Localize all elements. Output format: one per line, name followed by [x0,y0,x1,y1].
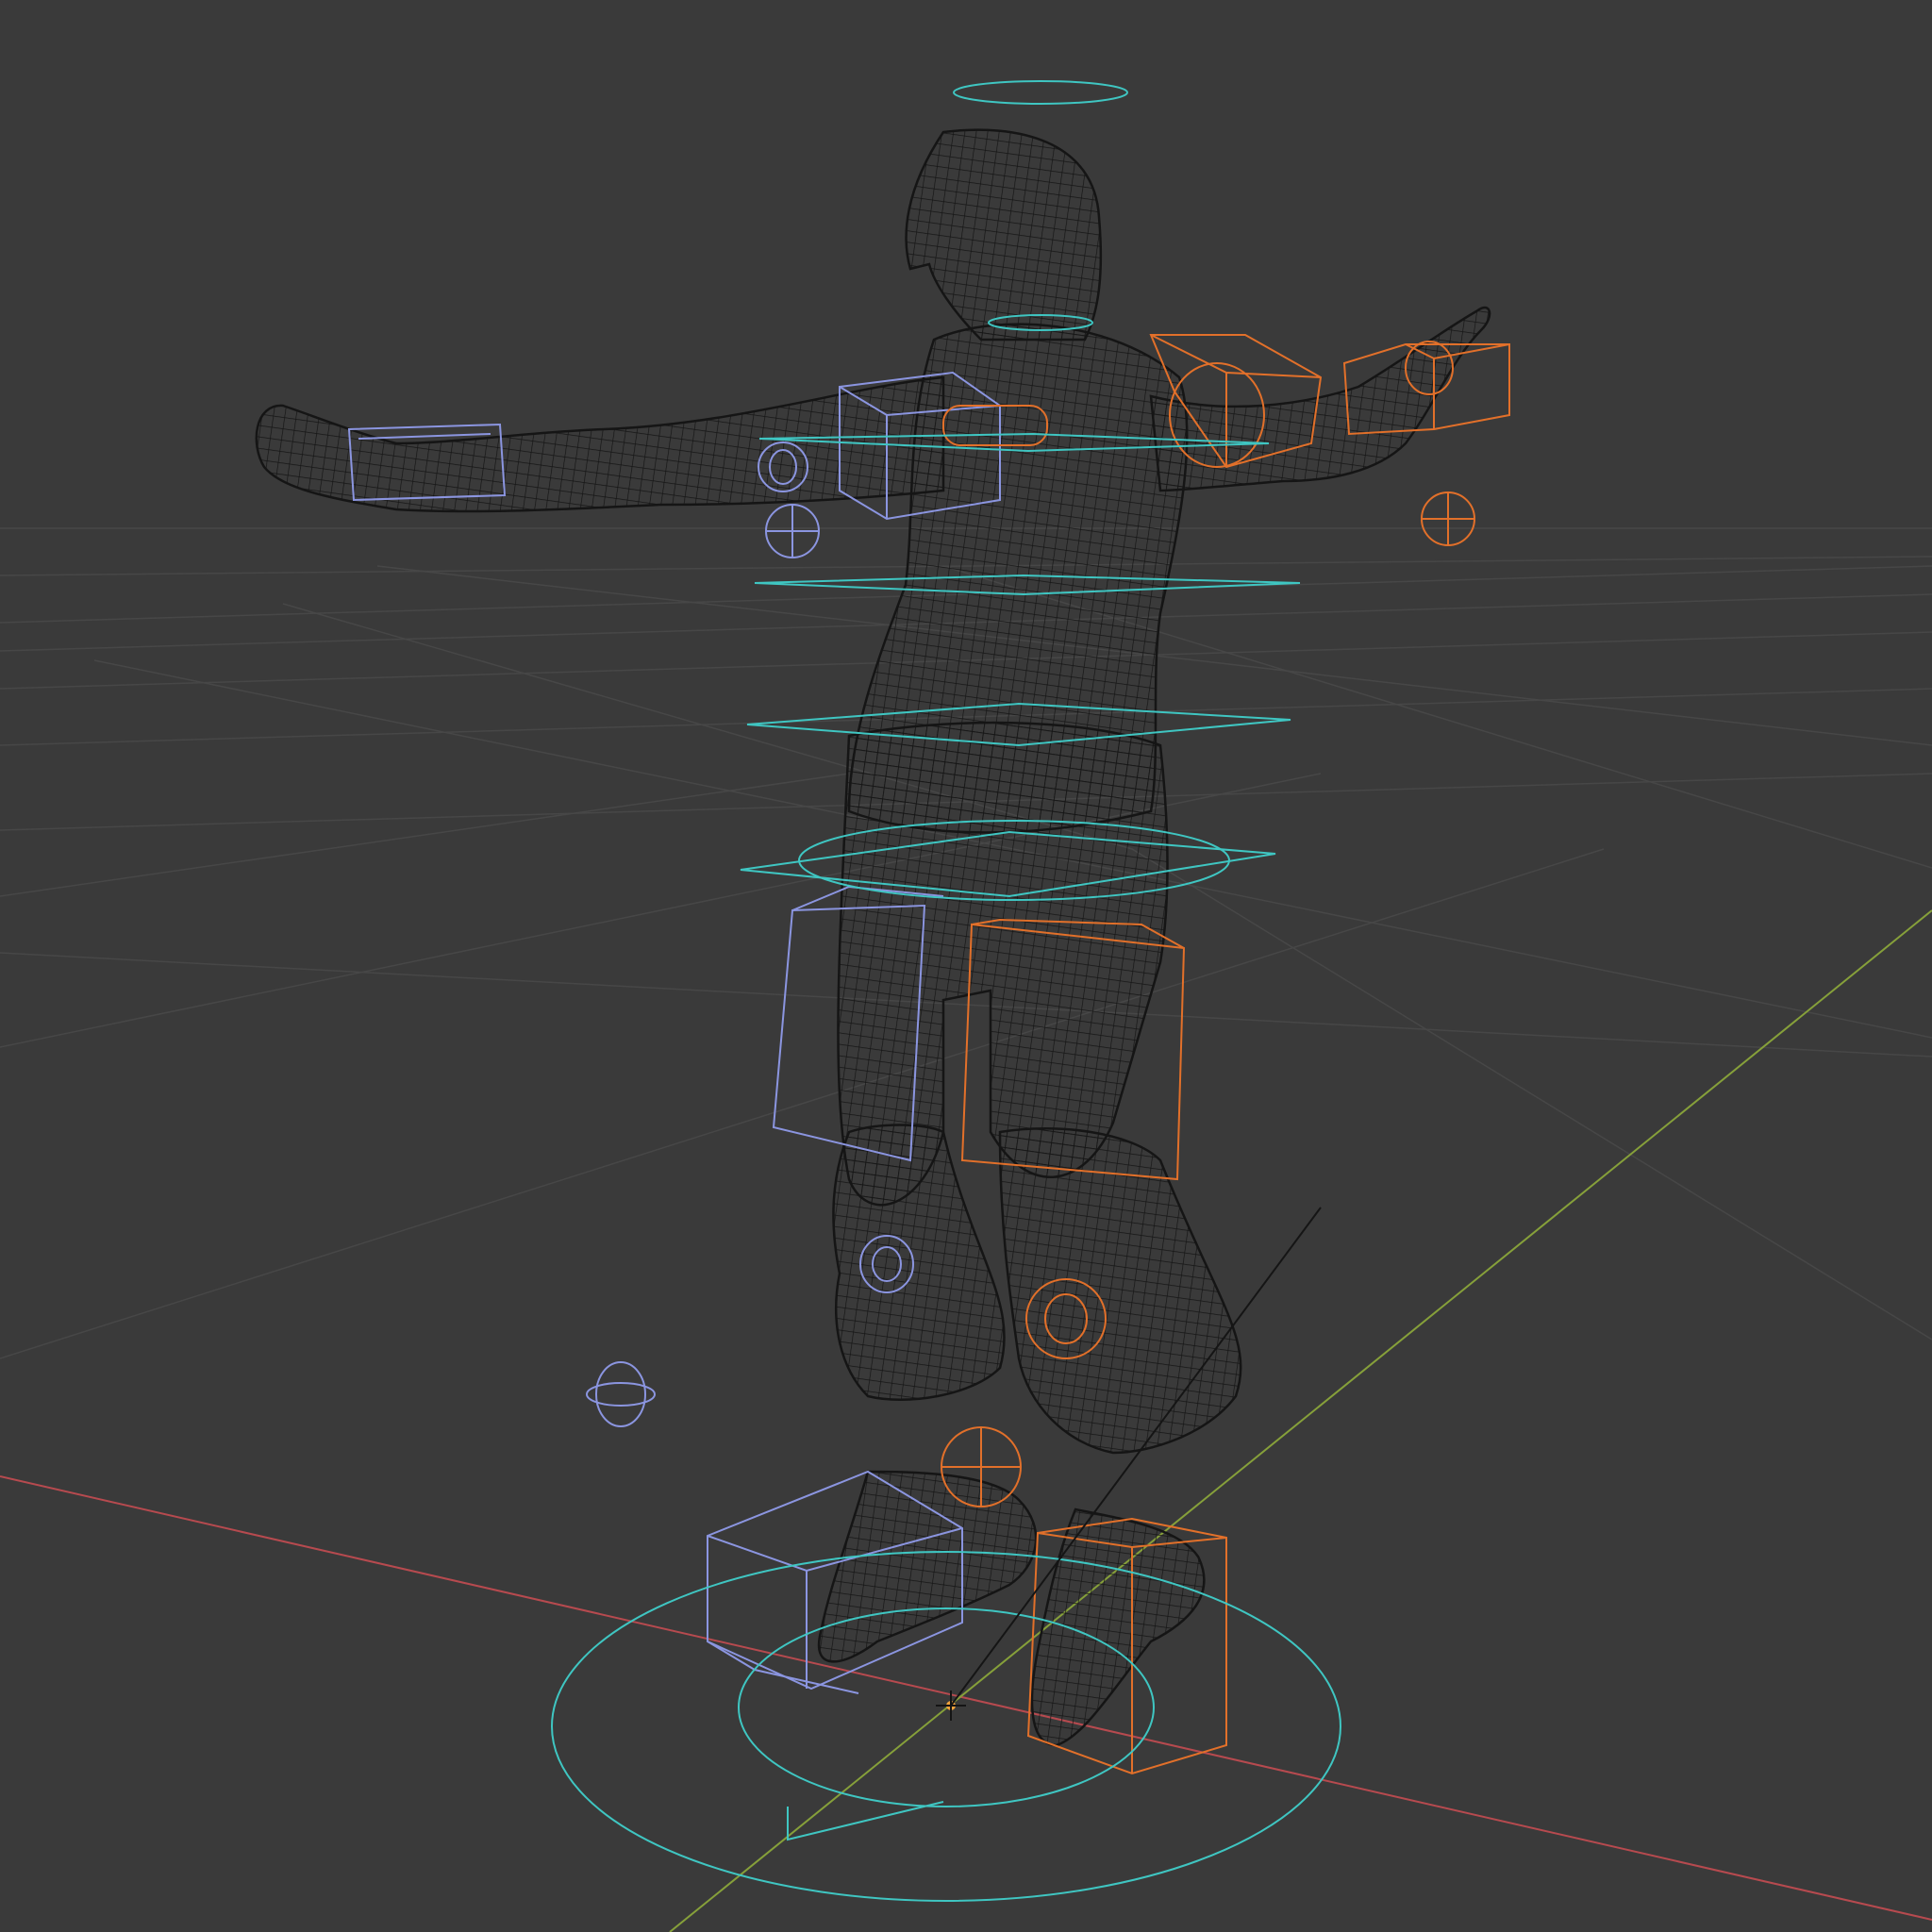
3d-viewport[interactable] [0,0,1932,1932]
left-foot-pole-control [595,1361,646,1427]
right-leg-mesh [998,1127,1242,1455]
head-mesh [905,128,1103,341]
character-mesh[interactable] [255,128,1491,1747]
root-direction-arrow [787,1801,944,1841]
head-control-ring [953,80,1128,105]
left-leg-mesh [832,1124,1006,1401]
